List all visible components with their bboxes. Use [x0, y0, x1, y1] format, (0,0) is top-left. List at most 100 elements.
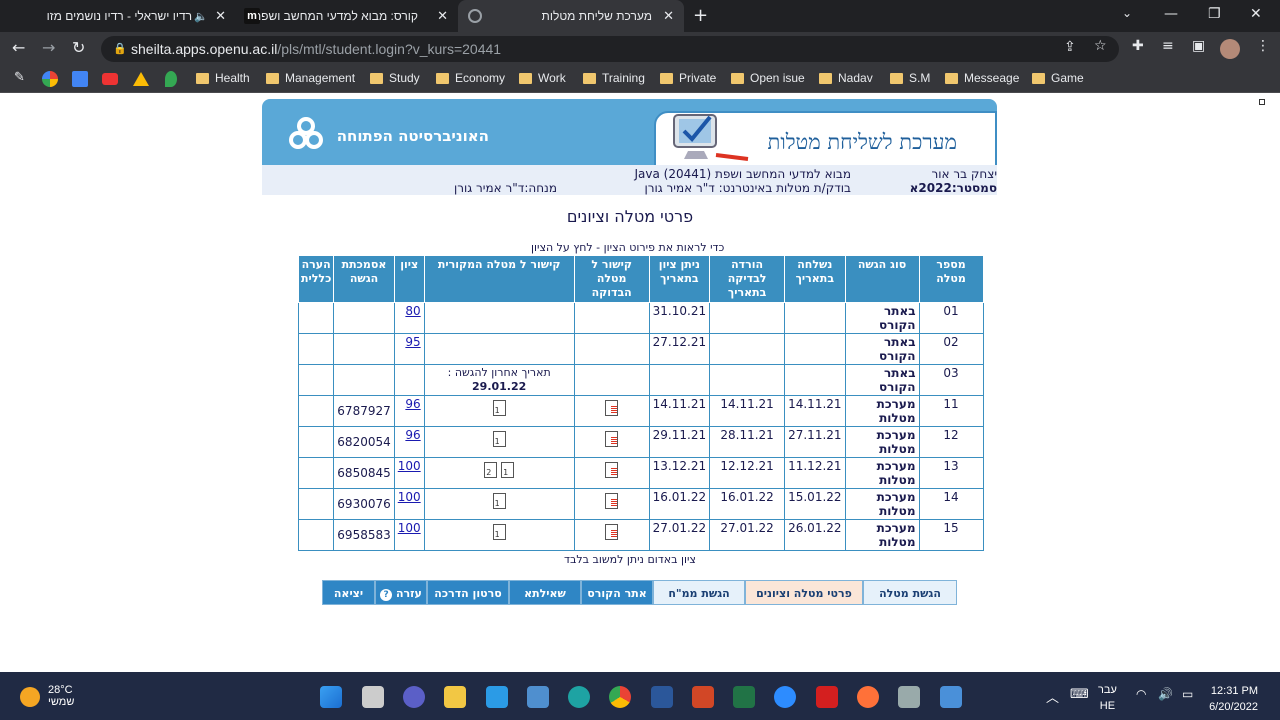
checked-file-icon[interactable]: [605, 524, 619, 540]
bookmark-work[interactable]: Work: [519, 71, 566, 85]
media-icon[interactable]: ≡: [1162, 38, 1174, 54]
bookmark-label: S.M: [909, 71, 931, 85]
share-icon[interactable]: ⇪: [1064, 39, 1076, 55]
maps-icon[interactable]: [165, 71, 177, 87]
nav-submit-assignment[interactable]: הגשת מטלה: [863, 580, 957, 605]
bookmark-study[interactable]: Study: [370, 71, 420, 85]
bookmark-messeage[interactable]: Messeage: [945, 71, 1019, 85]
bookmark-game[interactable]: Game: [1032, 71, 1084, 85]
weather-widget[interactable]: 28°C שמשי: [48, 684, 74, 708]
bookmark-sm[interactable]: S.M: [890, 71, 930, 85]
nav-help[interactable]: עזרה ?: [375, 580, 427, 605]
close-icon[interactable]: ✕: [215, 8, 226, 24]
battery-icon[interactable]: ▭: [1182, 687, 1193, 701]
tab-course[interactable]: m קורס: מבוא למדעי המחשב ושפת ✕: [236, 0, 456, 32]
side-panel-icon[interactable]: ▣: [1192, 38, 1205, 54]
original-file-icon[interactable]: 1: [492, 524, 506, 540]
firefox-icon[interactable]: [857, 686, 879, 708]
original-file-icon[interactable]: 1: [492, 493, 506, 509]
bookmark-nadav[interactable]: Nadav: [819, 71, 873, 85]
acrobat-icon[interactable]: [816, 686, 838, 708]
vscode-icon[interactable]: [486, 686, 508, 708]
original-file-icon[interactable]: 1: [492, 400, 506, 416]
original-file-icon[interactable]: 1: [492, 431, 506, 447]
grade-link[interactable]: 95: [405, 335, 420, 349]
tab-radio[interactable]: רדיו ישראלי - רדיו נושמים מזו 🔈 ✕: [10, 0, 232, 32]
window-close-icon[interactable]: ✕: [1250, 6, 1262, 22]
grade-link[interactable]: 80: [405, 304, 420, 318]
reload-icon[interactable]: ↻: [72, 38, 85, 57]
back-icon[interactable]: ←: [12, 38, 25, 57]
language-indicator[interactable]: עבר HE: [1098, 682, 1117, 714]
reference-cell: [333, 302, 395, 334]
bookmark-economy[interactable]: Economy: [436, 71, 505, 85]
nav-query[interactable]: שאילתא: [509, 580, 581, 605]
start-icon[interactable]: [320, 686, 342, 708]
nav-course-site[interactable]: אתר הקורס: [581, 580, 653, 605]
snipping-tool-icon[interactable]: [898, 686, 920, 708]
checked-file-icon[interactable]: [605, 493, 619, 509]
tutor-name: מנחה:ד"ר אמיר גורן: [453, 181, 557, 195]
google-icon[interactable]: [42, 71, 58, 87]
volume-icon[interactable]: 🔊: [1158, 687, 1173, 701]
chrome-icon[interactable]: [609, 686, 631, 708]
bookmark-private[interactable]: Private: [660, 71, 716, 85]
forward-icon[interactable]: →: [42, 38, 55, 57]
close-icon[interactable]: ✕: [437, 8, 448, 24]
youtube-icon[interactable]: [102, 73, 118, 85]
reference-number: 6820054: [333, 426, 395, 458]
new-tab-icon[interactable]: +: [693, 5, 708, 26]
close-icon[interactable]: ✕: [663, 8, 674, 24]
clock[interactable]: 12:31 PM 6/20/2022: [1209, 683, 1258, 715]
grade-link[interactable]: 96: [405, 428, 420, 442]
tab-active[interactable]: מערכת שליחת מטלות ✕: [458, 0, 684, 32]
drive-icon[interactable]: [133, 72, 149, 86]
bookmark-open-isue[interactable]: Open isue: [731, 71, 805, 85]
bookmark-health[interactable]: Health: [196, 71, 250, 85]
nav-exit[interactable]: יציאה: [322, 580, 375, 605]
checked-file-icon[interactable]: [605, 431, 619, 447]
bookmark-star-icon[interactable]: ☆: [1094, 38, 1107, 54]
bookmark-management[interactable]: Management: [266, 71, 355, 85]
original-file-2-icon[interactable]: 2: [484, 462, 498, 478]
checked-file-icon[interactable]: [605, 400, 619, 416]
original-file-icon[interactable]: 1: [501, 462, 515, 478]
word-icon[interactable]: [651, 686, 673, 708]
checker-name: בודק/ת מטלות באינטרנט: ד"ר אמיר גורן: [644, 181, 851, 195]
grade-link[interactable]: 96: [405, 397, 420, 411]
bookmark-label: Game: [1051, 71, 1084, 85]
student-name: יצחק בר אור: [931, 167, 997, 181]
tab-search-icon[interactable]: ⌄: [1122, 6, 1132, 20]
edge-icon[interactable]: [568, 686, 590, 708]
grade-link[interactable]: 100: [398, 459, 421, 473]
nav-submit-mmh[interactable]: הגשת ממ"ח: [653, 580, 745, 605]
zoom-icon[interactable]: [774, 686, 796, 708]
chevron-up-icon[interactable]: ︿: [1046, 687, 1059, 706]
wifi-icon[interactable]: ◠: [1136, 687, 1146, 701]
file-explorer-icon[interactable]: [444, 686, 466, 708]
lang-bottom: HE: [1099, 700, 1116, 712]
avatar[interactable]: [1220, 39, 1240, 59]
table-row: 01 באתר הקורס 31.10.21 80: [297, 302, 984, 334]
chat-icon[interactable]: [403, 686, 425, 708]
notepad-icon[interactable]: [940, 686, 962, 708]
excel-icon[interactable]: [733, 686, 755, 708]
keyboard-icon[interactable]: ⌨: [1070, 687, 1089, 702]
translate-icon[interactable]: [72, 71, 88, 87]
checked-file-icon[interactable]: [605, 462, 619, 478]
extensions-icon[interactable]: ✚: [1132, 38, 1144, 54]
minimize-icon[interactable]: —: [1164, 6, 1178, 22]
bookmark-app-icon[interactable]: ✎: [14, 70, 25, 85]
nav-assignment-details[interactable]: פרטי מטלה וציונים: [745, 580, 863, 605]
url-input[interactable]: 🔒 sheilta.apps.openu.ac.il/pls/mtl/stude…: [101, 36, 1119, 62]
menu-icon[interactable]: ⋮: [1256, 38, 1270, 54]
system-title: מערכת לשליחת מטלות: [767, 130, 957, 154]
nav-tutorial-video[interactable]: סרטון הדרכה: [427, 580, 509, 605]
grade-link[interactable]: 100: [398, 490, 421, 504]
grade-link[interactable]: 100: [398, 521, 421, 535]
maximize-icon[interactable]: ❐: [1208, 6, 1221, 22]
bookmark-training[interactable]: Training: [583, 71, 645, 85]
task-view-icon[interactable]: [362, 686, 384, 708]
powerpoint-icon[interactable]: [692, 686, 714, 708]
python-icon[interactable]: [527, 686, 549, 708]
